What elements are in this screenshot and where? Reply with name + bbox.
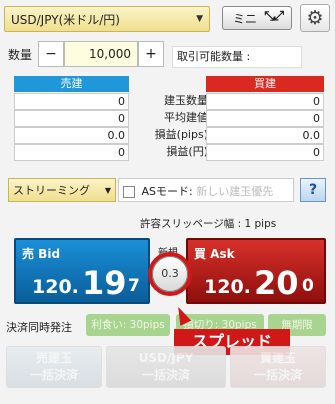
settlement-order-label: 決済同時発注 (6, 321, 72, 334)
mini-mode-button[interactable]: ミニ ⤡⤢ (222, 6, 292, 30)
sell-cell: 0 (14, 110, 129, 127)
sell-position-header: 売建 (14, 76, 129, 92)
currency-pair-select[interactable]: USD/JPY(米ドル/円) ▼ (4, 6, 210, 32)
quantity-increase-button[interactable]: + (138, 41, 164, 67)
button-line: 一括決済 (141, 368, 190, 382)
quantity-label: 数量 (8, 48, 33, 62)
table-row: 0 建玉数量 0 (14, 93, 324, 110)
order-type-select[interactable]: ストリーミング ▼ (8, 178, 116, 202)
quantity-input[interactable]: 10,000 (64, 41, 138, 67)
buy-cell: 0.0 (206, 127, 324, 144)
table-row: 0 損益(円) 0 (14, 144, 324, 161)
ask-label: 買 Ask (194, 247, 235, 261)
ask-price-fraction: 0 (302, 276, 314, 296)
chevron-down-icon: ▼ (104, 186, 111, 195)
gear-icon[interactable]: ⚙ (300, 4, 330, 32)
currency-pair-value: USD/JPY(米ドル/円) (11, 13, 120, 27)
spread-value: 0.3 (152, 256, 188, 292)
mini-label: ミニ (233, 12, 258, 26)
buy-cell: 0 (206, 110, 324, 127)
collapse-arrows-icon: ⤡⤢ (264, 9, 284, 24)
settle-all-buy-button[interactable]: 買建玉 一括決済 (230, 346, 326, 388)
ask-price-prefix: 120. (204, 276, 251, 298)
row-label: 損益(pips) (154, 128, 208, 141)
quantity-decrease-button[interactable]: − (38, 41, 64, 67)
row-label: 損益(円) (166, 145, 208, 158)
as-mode-placeholder: 新しい建玉優先 (196, 185, 274, 198)
sell-cell: 0 (14, 144, 129, 161)
bid-price-prefix: 120. (32, 276, 79, 298)
table-row: 0.0 損益(pips) 0.0 (14, 127, 324, 144)
button-line: USD/JPY (138, 351, 194, 365)
button-line: 一括決済 (29, 368, 78, 382)
as-mode-checkbox[interactable] (123, 186, 135, 198)
button-line: 一括決済 (253, 368, 302, 382)
buy-cell: 0 (206, 144, 324, 161)
sell-cell: 0.0 (14, 127, 129, 144)
buy-cell: 0 (206, 93, 324, 110)
sell-bid-button[interactable]: 売 Bid 120. 19 7 (14, 238, 150, 304)
row-label: 平均建値 (164, 111, 208, 124)
as-mode-label: ASモード: (141, 185, 193, 198)
available-quantity-label: 取引可能数量 : (172, 46, 302, 68)
table-row: 0 平均建値 0 (14, 110, 324, 127)
button-line: 買建玉 (259, 351, 296, 365)
chevron-down-icon: ▼ (196, 14, 203, 24)
help-button[interactable]: ? (300, 178, 326, 202)
bid-label: 売 Bid (22, 247, 61, 261)
order-type-value: ストリーミング (13, 184, 90, 197)
sell-cell: 0 (14, 93, 129, 110)
row-label: 建玉数量 (164, 94, 208, 107)
slippage-label: 許容スリッページ幅 : 1 pips (140, 218, 277, 230)
ask-price-pips: 20 (254, 264, 299, 302)
buy-ask-button[interactable]: 買 Ask 120. 20 0 (186, 238, 326, 304)
take-profit-toggle[interactable]: 利食い: 30pips (86, 314, 170, 336)
buy-position-header: 買建 (206, 76, 324, 92)
settle-all-pair-button[interactable]: USD/JPY 一括決済 (106, 346, 226, 388)
bid-price-pips: 19 (82, 264, 127, 302)
button-line: 売建玉 (35, 351, 72, 365)
as-mode-field[interactable]: ASモード: 新しい建玉優先 (118, 178, 294, 202)
bid-price-fraction: 7 (128, 276, 140, 296)
settle-all-sell-button[interactable]: 売建玉 一括決済 (6, 346, 102, 388)
